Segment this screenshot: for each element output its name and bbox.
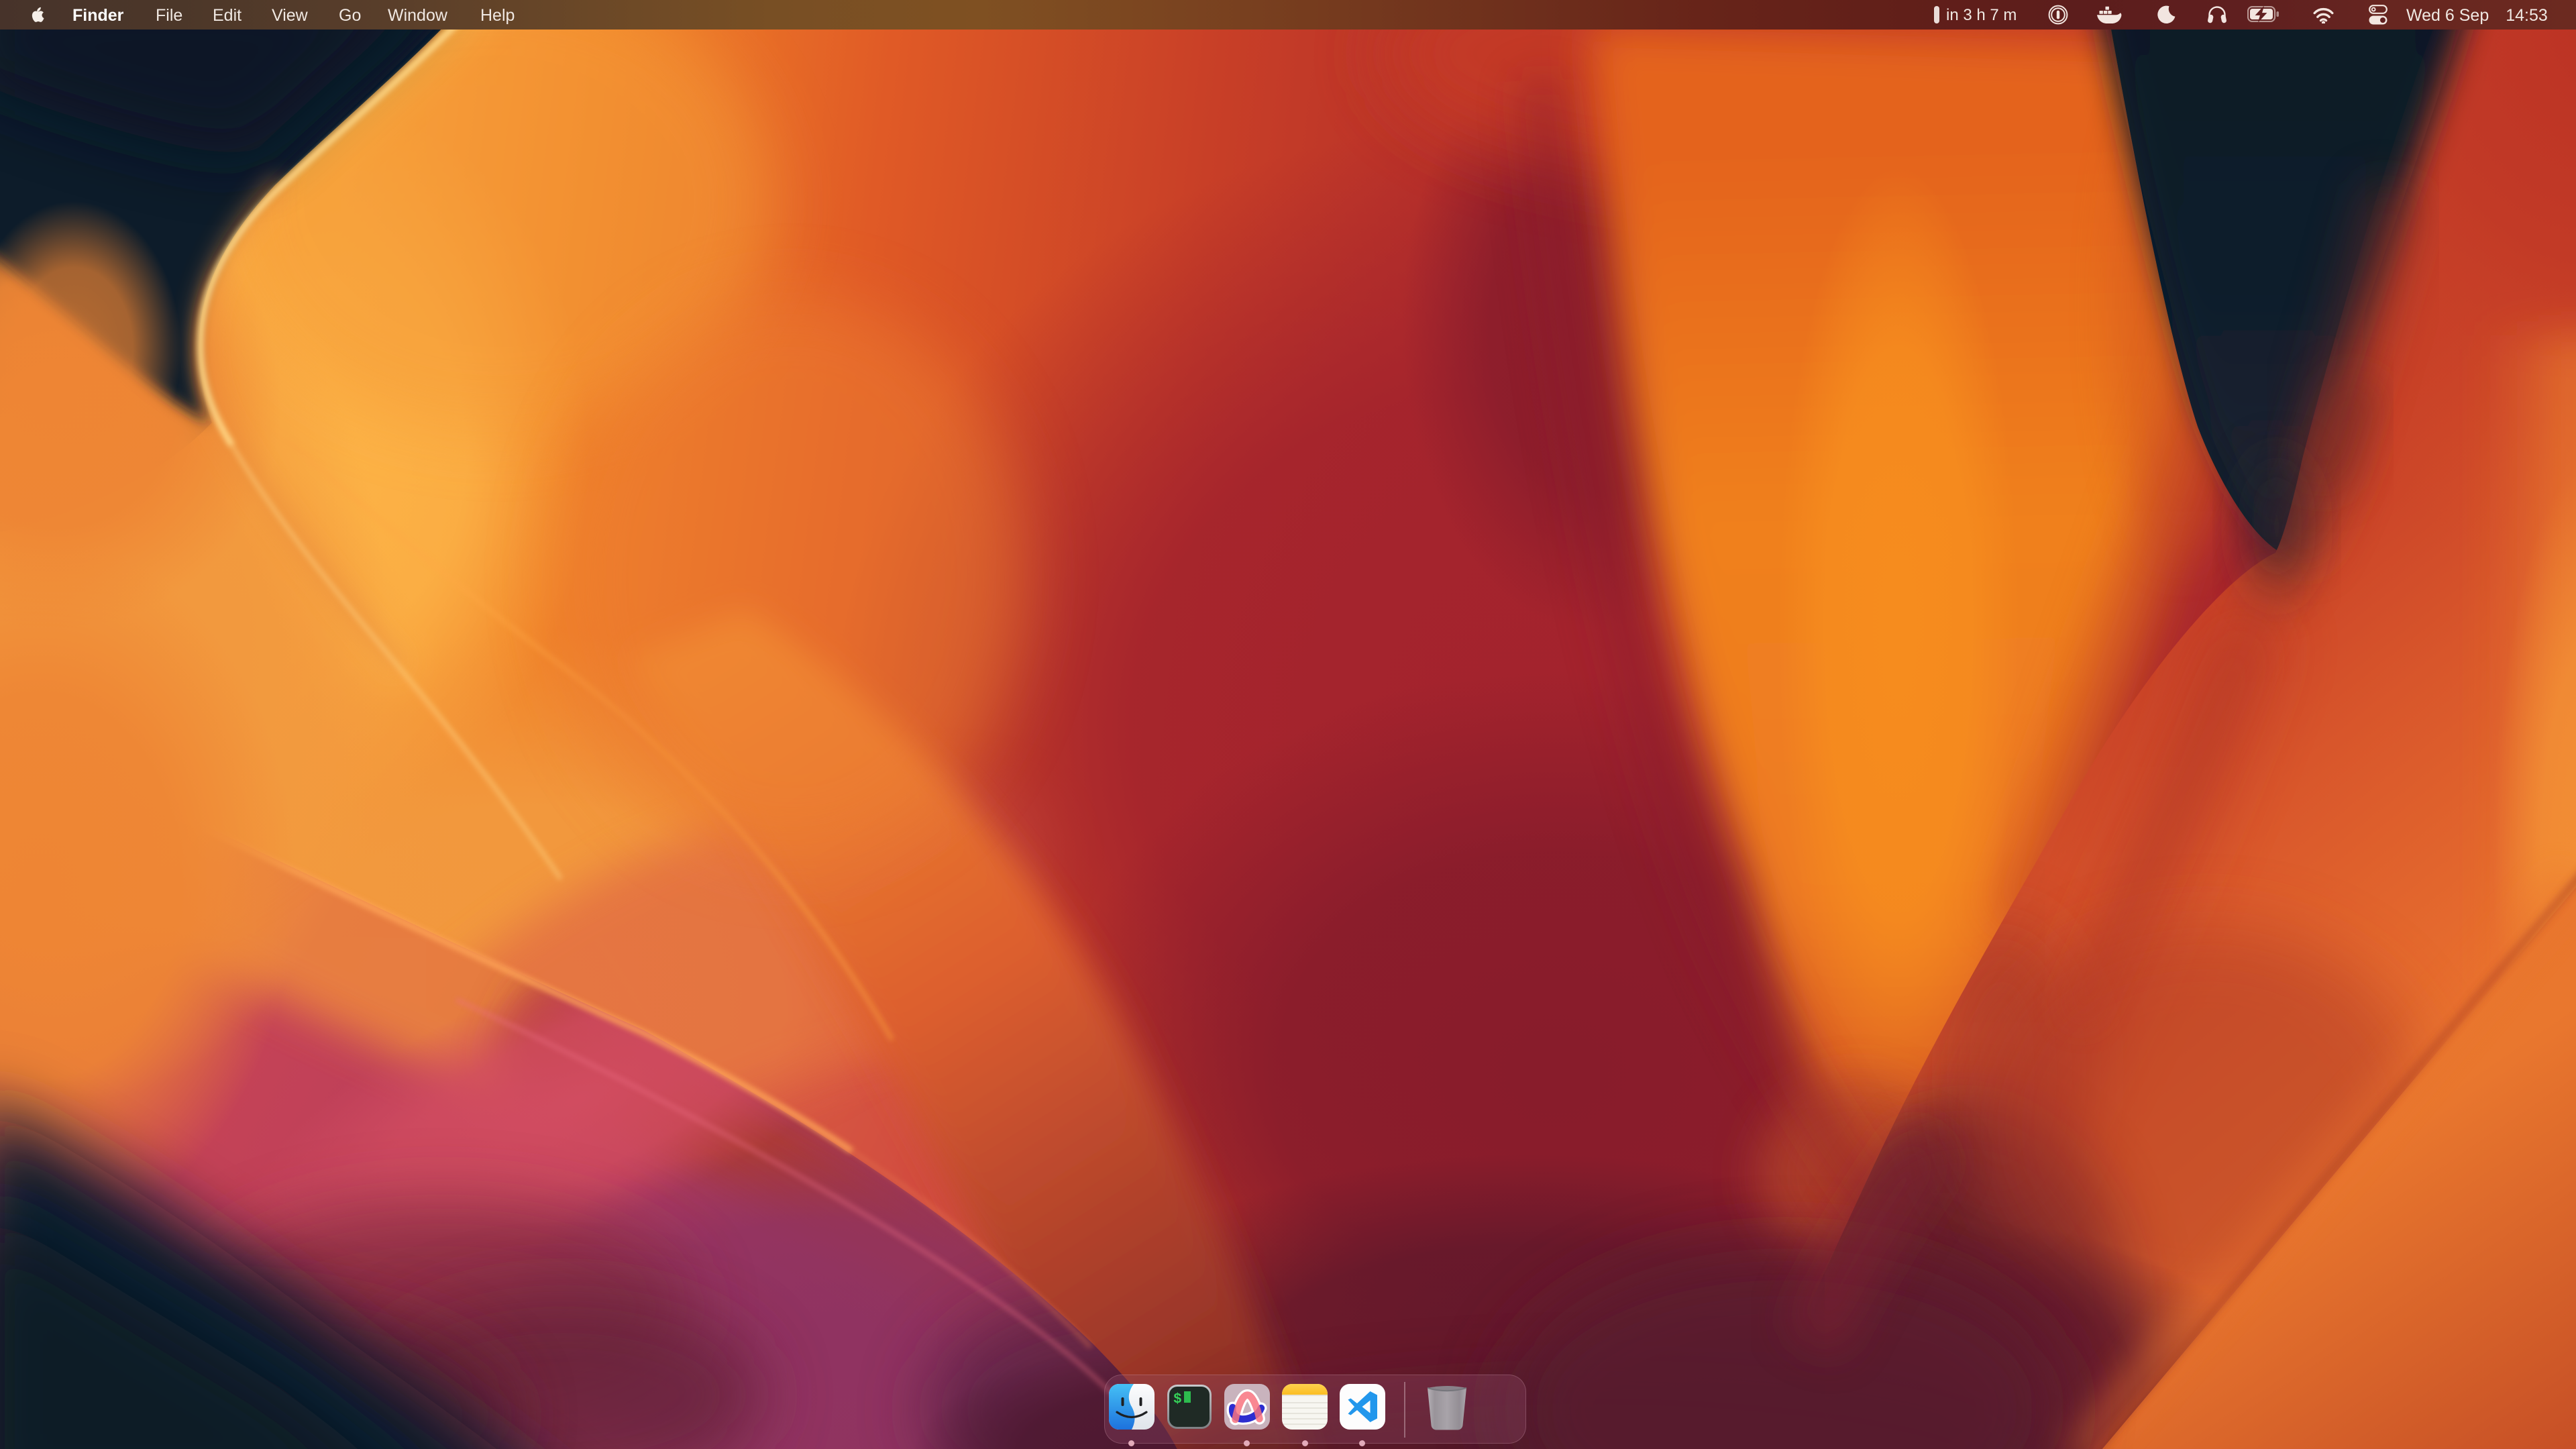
svg-text:$: $ [1173, 1392, 1182, 1407]
